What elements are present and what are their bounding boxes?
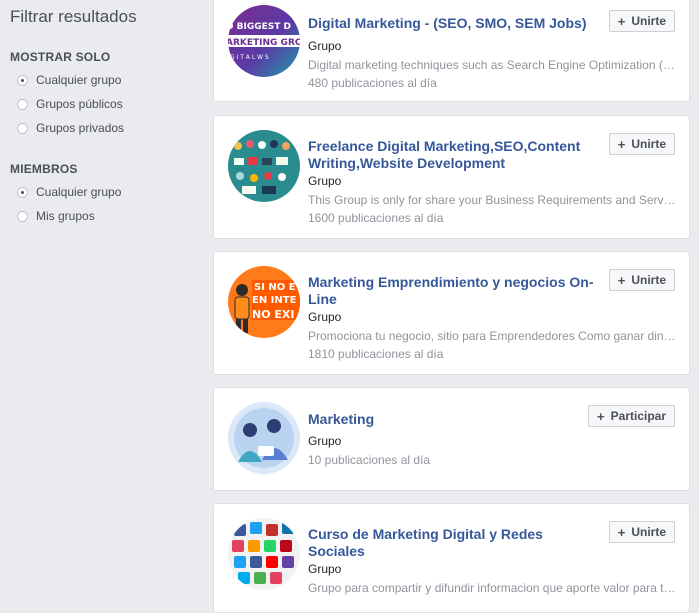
plus-icon: + <box>597 408 605 424</box>
svg-text:ARKETING GRO: ARKETING GRO <box>228 38 300 48</box>
radio-icon[interactable] <box>17 186 28 198</box>
show-only-private-groups[interactable]: Grupos privados <box>17 120 124 136</box>
radio-icon[interactable] <box>17 210 28 222</box>
group-activity: 1600 publicaciones al día <box>308 211 444 225</box>
group-title[interactable]: Digital Marketing - (SEO, SMO, SEM Jobs) <box>308 15 598 32</box>
radio-icon[interactable] <box>17 98 28 110</box>
group-type: Grupo <box>308 174 342 188</box>
svg-text:NO EXI: NO EXI <box>252 308 294 321</box>
group-activity: 1810 publicaciones al día <box>308 347 444 361</box>
group-card: Marketing Grupo 10 publicaciones al día … <box>213 387 690 491</box>
group-type: Grupo <box>308 562 342 576</box>
group-activity: 480 publicaciones al día <box>308 76 437 90</box>
group-card: Freelance Digital Marketing,SEO,Content … <box>213 115 690 239</box>
emprendimiento-thumbnail-icon: SI NO E EN INTE NO EXI <box>228 266 300 338</box>
group-thumbnail[interactable]: D BIGGEST D ARKETING GRO G I T A L W S <box>228 5 300 77</box>
svg-text:SI NO E: SI NO E <box>254 282 296 293</box>
group-card: Curso de Marketing Digital y Redes Socia… <box>213 503 690 613</box>
group-title[interactable]: Marketing <box>308 411 598 428</box>
join-button[interactable]: + Unirte <box>608 133 675 155</box>
group-thumbnail[interactable] <box>228 518 300 590</box>
group-title[interactable]: Marketing Emprendimiento y negocios On-L… <box>308 274 598 308</box>
group-type: Grupo <box>308 434 342 448</box>
group-activity: 10 publicaciones al día <box>308 453 431 467</box>
group-type: Grupo <box>308 310 342 324</box>
members-label: MIEMBROS <box>10 162 78 176</box>
plus-icon: + <box>617 13 626 29</box>
plus-icon: + <box>617 272 626 288</box>
members-any-group[interactable]: Cualquier grupo <box>17 184 121 200</box>
social-media-icons-thumbnail-icon <box>228 518 300 590</box>
marketing-people-thumbnail-icon <box>228 402 300 474</box>
radio-icon[interactable] <box>17 74 28 86</box>
svg-text:D BIGGEST D: D BIGGEST D <box>228 22 291 32</box>
filter-sidebar: Filtrar resultados MOSTRAR SOLO Cualquie… <box>0 0 205 604</box>
group-thumbnail[interactable] <box>228 130 300 202</box>
svg-text:G I T A L W S: G I T A L W S <box>230 54 269 61</box>
group-card: SI NO E EN INTE NO EXI Marketing Emprend… <box>213 251 690 375</box>
join-button[interactable]: + Unirte <box>608 521 675 543</box>
freelance-thumbnail-icon <box>228 130 300 202</box>
plus-icon: + <box>617 136 626 152</box>
group-description: Digital marketing techniques such as Sea… <box>308 58 676 72</box>
join-button[interactable]: + Unirte <box>608 269 675 291</box>
members-my-groups[interactable]: Mis grupos <box>17 208 95 224</box>
group-title[interactable]: Curso de Marketing Digital y Redes Socia… <box>308 526 598 560</box>
radio-icon[interactable] <box>17 122 28 134</box>
group-type: Grupo <box>308 39 342 53</box>
svg-text:EN INTE: EN INTE <box>252 295 297 306</box>
show-only-any-group[interactable]: Cualquier grupo <box>17 72 121 88</box>
filter-title: Filtrar resultados <box>10 7 137 26</box>
group-title[interactable]: Freelance Digital Marketing,SEO,Content … <box>308 138 598 172</box>
group-description: Grupo para compartir y difundir informac… <box>308 581 676 595</box>
group-description: This Group is only for share your Busine… <box>308 193 676 207</box>
group-card: D BIGGEST D ARKETING GRO G I T A L W S D… <box>213 0 690 102</box>
join-button[interactable]: + Unirte <box>608 10 675 32</box>
group-description: Promociona tu negocio, sitio para Empren… <box>308 329 676 343</box>
plus-icon: + <box>617 524 626 540</box>
digital-marketing-thumbnail-icon: D BIGGEST D ARKETING GRO G I T A L W S <box>228 5 300 77</box>
participate-button[interactable]: + Participar <box>588 405 675 427</box>
group-thumbnail[interactable] <box>228 402 300 474</box>
show-only-label: MOSTRAR SOLO <box>10 50 111 64</box>
show-only-public-groups[interactable]: Grupos públicos <box>17 96 123 112</box>
group-thumbnail[interactable]: SI NO E EN INTE NO EXI <box>228 266 300 338</box>
